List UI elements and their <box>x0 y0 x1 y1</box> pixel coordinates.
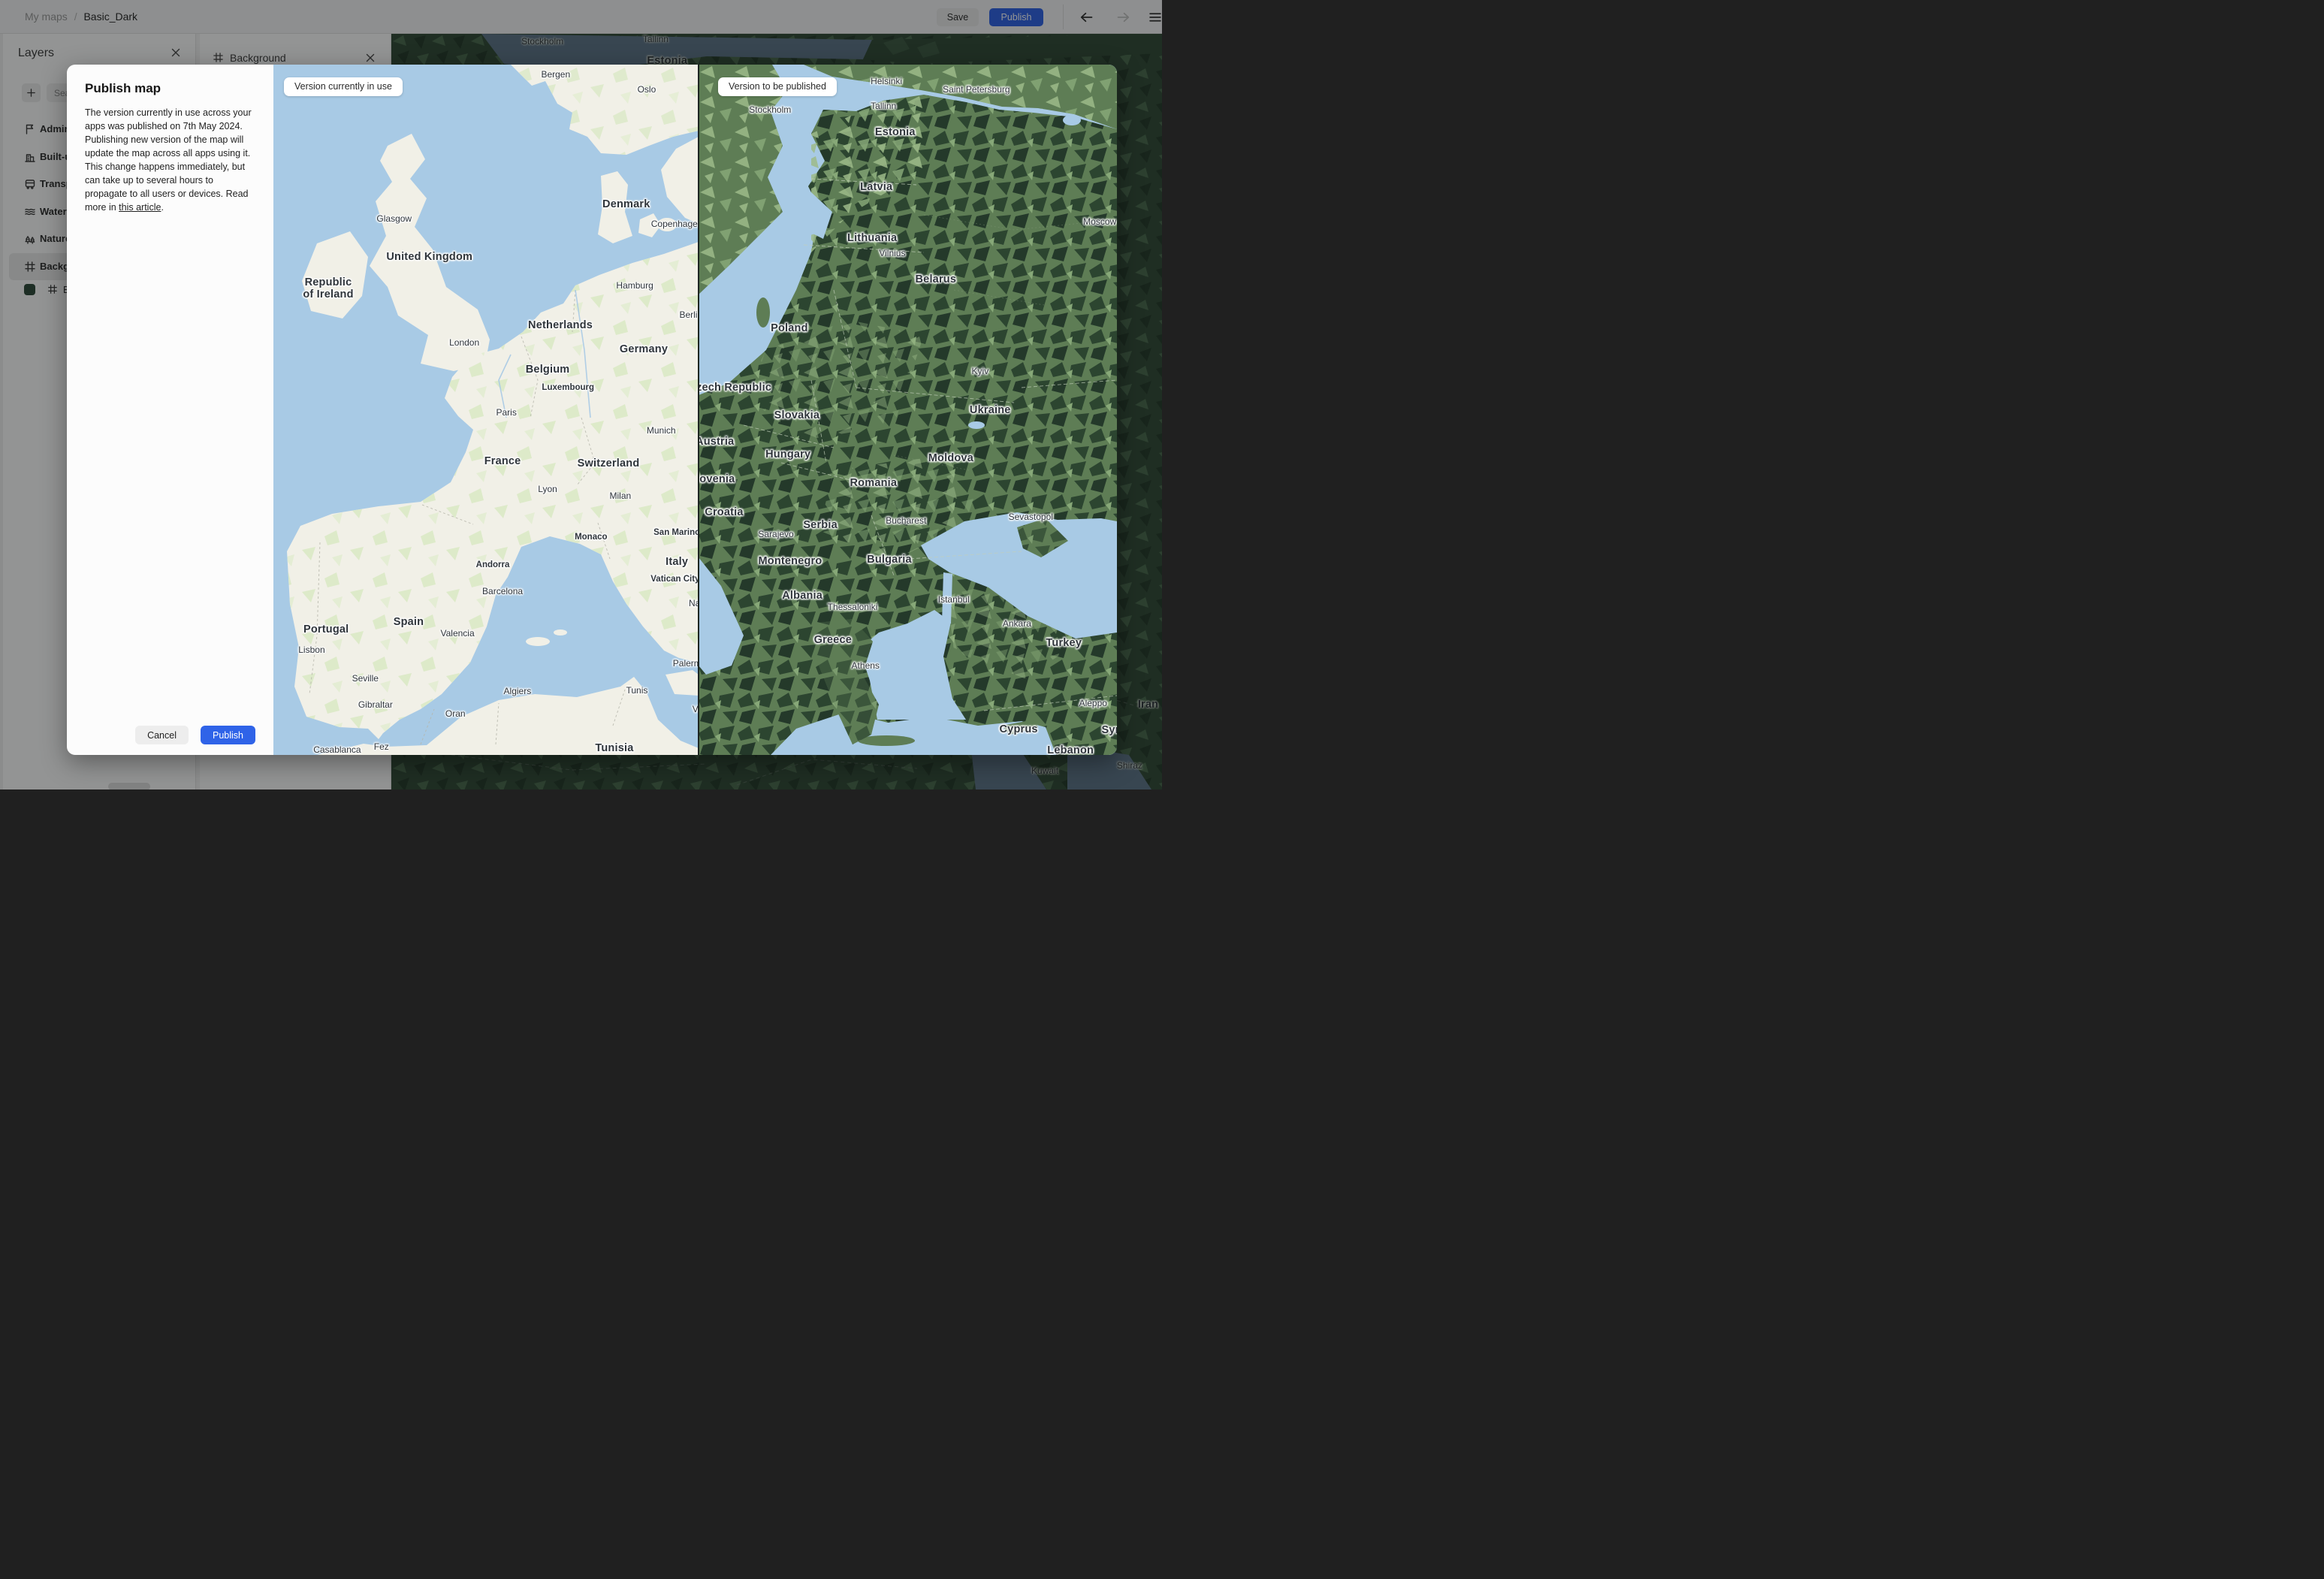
map-label: Albania <box>782 589 823 602</box>
map-label: Barcelona <box>482 586 524 597</box>
map-label: Moscow <box>1083 216 1117 227</box>
map-label: Spain <box>393 615 424 628</box>
map-label: Denmark <box>602 198 650 210</box>
map-label: Italy <box>666 555 689 568</box>
app-window: Stockholm Tallinn Estonia Iran Shiraz Kuwait … <box>0 0 1162 790</box>
map-label: Lebanon <box>1047 744 1094 755</box>
map-label: Croatia <box>705 506 744 519</box>
map-label: Tallinn <box>871 101 897 112</box>
map-label: Tunis <box>626 684 648 696</box>
map-compare-divider[interactable] <box>698 65 699 755</box>
map-label: Helsinki <box>871 76 903 87</box>
map-label: Milan <box>609 491 632 502</box>
dialog-paragraph-2-text: Publishing new version of the map will u… <box>85 134 251 213</box>
map-label: France <box>484 455 521 468</box>
map-label: Bulgaria <box>867 553 912 566</box>
dialog-paragraph-2-period: . <box>161 202 164 213</box>
map-label: Saint Petersburg <box>943 84 1010 95</box>
dark-map-graphic <box>699 65 1117 755</box>
map-label: Athens <box>851 660 880 672</box>
map-label: Netherlands <box>528 319 593 332</box>
map-label: Poland <box>771 322 808 335</box>
publish-modal: Publish map The version currently in use… <box>67 65 1117 755</box>
map-label: Montenegro <box>758 554 822 567</box>
map-label: Bergen <box>541 68 571 80</box>
map-label: Fez <box>373 741 389 752</box>
map-label: Kyiv <box>971 366 989 377</box>
map-label: Thessaloniki <box>827 602 878 613</box>
map-label: Andorra <box>475 560 510 570</box>
map-label: Ankara <box>1002 618 1031 629</box>
version-new-badge: Version to be published <box>718 77 837 96</box>
map-label: Romania <box>850 476 898 489</box>
map-label: Gibraltar <box>358 699 393 710</box>
dialog-paragraph-2: Publishing new version of the map will u… <box>85 133 256 214</box>
map-label: Serbia <box>803 518 838 531</box>
map-label: Greece <box>813 634 852 647</box>
map-new-version[interactable]: Version to be published Helsinki Saint Pe… <box>699 65 1117 755</box>
map-label: Lisbon <box>298 645 325 656</box>
map-label: Aleppo <box>1079 698 1107 709</box>
map-label: United Kingdom <box>386 251 473 264</box>
map-label: Portugal <box>303 623 349 636</box>
map-label: Austria <box>699 435 735 448</box>
map-label: Luxembourg <box>542 383 595 393</box>
dialog-actions: Cancel Publish <box>135 726 255 744</box>
map-label: Glasgow <box>376 213 412 224</box>
version-current-badge: Version currently in use <box>284 77 403 96</box>
map-label: Berlin <box>679 309 699 320</box>
map-label: Latvia <box>860 180 893 193</box>
map-label: Valencia <box>440 628 475 639</box>
map-label: Lyon <box>538 484 557 495</box>
map-label: Sevastopol <box>1008 511 1053 522</box>
map-label: Tunisia <box>595 741 634 754</box>
map-label: Paris <box>496 407 517 418</box>
map-label: Palermo <box>672 657 699 669</box>
light-map-graphic <box>273 65 699 755</box>
map-label: Copenhagen <box>650 219 699 230</box>
map-label: Bucharest <box>886 515 927 527</box>
map-label: Lithuania <box>847 231 898 244</box>
map-label: Slovakia <box>774 409 820 421</box>
map-label: Vilnius <box>879 247 906 258</box>
map-label: Czech Republic <box>699 382 772 394</box>
dialog-paragraph-1: The version currently in use across your… <box>85 107 252 131</box>
map-label: Stockholm <box>749 104 792 115</box>
map-label: Seville <box>352 672 379 684</box>
map-label: Syria <box>1101 723 1117 736</box>
this-article-link[interactable]: this article <box>119 202 161 213</box>
map-label: Hamburg <box>616 280 653 291</box>
map-label: Casablanca <box>313 744 361 755</box>
map-label: Munich <box>646 425 676 436</box>
map-label: Hungary <box>765 448 811 461</box>
map-label: Moldova <box>928 451 973 464</box>
map-label: Slovenia <box>699 473 735 486</box>
map-label: San Marino <box>653 528 699 538</box>
map-label: Istanbul <box>937 594 970 605</box>
map-label: Germany <box>619 343 669 355</box>
map-label: Algiers <box>503 686 532 697</box>
map-label: Oslo <box>637 84 656 95</box>
cancel-button[interactable]: Cancel <box>135 726 189 744</box>
map-label: Sarajevo <box>758 528 794 539</box>
dialog-title: Publish map <box>85 81 161 95</box>
map-label: Turkey <box>1046 637 1082 650</box>
publish-confirm-button[interactable]: Publish <box>201 726 255 744</box>
map-label: Oran <box>445 708 466 719</box>
map-label: Ukraine <box>969 403 1011 416</box>
map-label: Belgium <box>525 364 570 376</box>
map-label: Cyprus <box>999 723 1038 735</box>
publish-dialog: Publish map The version currently in use… <box>67 65 273 755</box>
map-label: Estonia <box>874 126 916 139</box>
map-label: London <box>449 337 480 349</box>
map-label: Switzerland <box>577 457 640 470</box>
map-label: Belarus <box>915 273 957 285</box>
map-label: Vatican City <box>650 574 699 584</box>
map-label: Monaco <box>575 532 608 542</box>
map-current-version[interactable]: Version currently in use Bergen Oslo Glasg… <box>273 65 699 755</box>
map-label: Republic of Ireland <box>303 276 354 300</box>
